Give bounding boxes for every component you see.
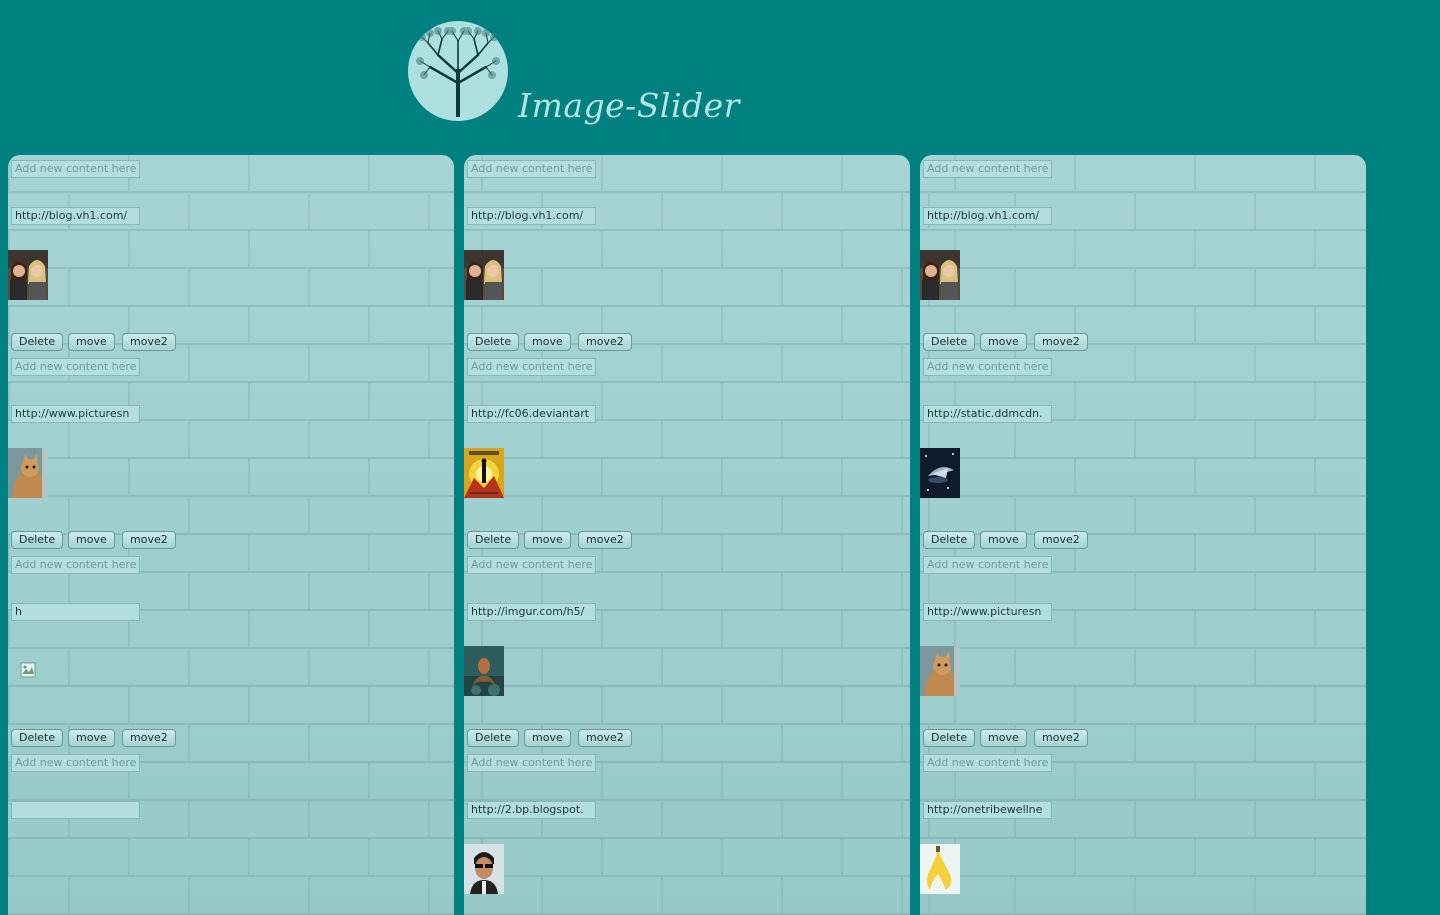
thumbnail-image[interactable] (8, 844, 48, 894)
content-item: Add new content here http://blog.vh1.com/… (8, 155, 454, 353)
content-input[interactable]: Add new content here (923, 358, 1052, 376)
content-input[interactable]: Add new content here (467, 160, 596, 178)
content-item: Add new content hereDeletemovemove2 (8, 749, 454, 915)
thumbnail-image[interactable] (8, 646, 48, 696)
delete-button[interactable]: Delete (467, 333, 520, 351)
content-item: Add new content here http://2.bp.blogspot… (464, 749, 910, 915)
move-button[interactable]: move (524, 333, 571, 351)
url-input[interactable]: http://fc06.deviantart (467, 405, 596, 423)
move2-button[interactable]: move2 (122, 531, 176, 549)
content-input[interactable]: Add new content here (923, 754, 1052, 772)
delete-button[interactable]: Delete (11, 531, 64, 549)
content-column: Add new content here http://blog.vh1.com/… (464, 155, 910, 915)
url-input[interactable]: http://www.picturesn (923, 603, 1052, 621)
content-input[interactable]: Add new content here (11, 160, 140, 178)
move2-button[interactable]: move2 (122, 729, 176, 747)
content-input[interactable]: Add new content here (11, 358, 140, 376)
content-item: Add new content here http://www.picturesn… (8, 353, 454, 551)
move2-button[interactable]: move2 (578, 729, 632, 747)
move-button[interactable]: move (980, 333, 1027, 351)
thumbnail-image[interactable] (464, 250, 504, 300)
content-input[interactable]: Add new content here (467, 358, 596, 376)
content-item: Add new content here http://www.picturesn… (920, 551, 1366, 749)
url-input[interactable]: http://2.bp.blogspot. (467, 801, 596, 819)
thumbnail-image[interactable] (920, 646, 960, 696)
delete-button[interactable]: Delete (467, 729, 520, 747)
delete-button[interactable]: Delete (923, 333, 976, 351)
content-input[interactable]: Add new content here (467, 754, 596, 772)
url-input[interactable]: http://onetribewellne (923, 801, 1052, 819)
move-button[interactable]: move (980, 729, 1027, 747)
url-input[interactable] (11, 801, 140, 819)
content-input[interactable]: Add new content here (11, 556, 140, 574)
content-column: Add new content here http://blog.vh1.com/… (8, 155, 454, 915)
delete-button[interactable]: Delete (923, 531, 976, 549)
url-input[interactable]: h (11, 603, 140, 621)
site-title: Image-Slider (518, 86, 740, 125)
url-input[interactable]: http://imgur.com/h5/ (467, 603, 596, 621)
content-column: Add new content here http://blog.vh1.com/… (920, 155, 1366, 915)
url-input[interactable]: http://blog.vh1.com/ (923, 207, 1052, 225)
content-input[interactable]: Add new content here (923, 556, 1052, 574)
content-item: Add new content here http://imgur.com/h5/… (464, 551, 910, 749)
content-item: Add new content here http://fc06.devianta… (464, 353, 910, 551)
content-input[interactable]: Add new content here (923, 160, 1052, 178)
delete-button[interactable]: Delete (923, 729, 976, 747)
content-item: Add new content here http://blog.vh1.com/… (920, 155, 1366, 353)
move2-button[interactable]: move2 (1034, 729, 1088, 747)
delete-button[interactable]: Delete (11, 333, 64, 351)
url-input[interactable]: http://blog.vh1.com/ (467, 207, 596, 225)
move2-button[interactable]: move2 (1034, 333, 1088, 351)
thumbnail-image[interactable] (464, 844, 504, 894)
content-item: Add new content here h Delete move move2 (8, 551, 454, 749)
delete-button[interactable]: Delete (467, 531, 520, 549)
move2-button[interactable]: move2 (122, 333, 176, 351)
move-button[interactable]: move (524, 729, 571, 747)
thumbnail-image[interactable] (920, 844, 960, 894)
url-input[interactable]: http://www.picturesn (11, 405, 140, 423)
move-button[interactable]: move (68, 729, 115, 747)
move-button[interactable]: move (524, 531, 571, 549)
content-item: Add new content here http://static.ddmcdn… (920, 353, 1366, 551)
move2-button[interactable]: move2 (578, 531, 632, 549)
thumbnail-image[interactable] (8, 448, 48, 498)
thumbnail-image[interactable] (464, 646, 504, 696)
url-input[interactable]: http://static.ddmcdn. (923, 405, 1052, 423)
move2-button[interactable]: move2 (1034, 531, 1088, 549)
header: Image-Slider (0, 0, 1440, 150)
content-input[interactable]: Add new content here (467, 556, 596, 574)
tree-icon (408, 21, 508, 121)
move-button[interactable]: move (980, 531, 1027, 549)
move-button[interactable]: move (68, 531, 115, 549)
thumbnail-image[interactable] (920, 250, 960, 300)
move-button[interactable]: move (68, 333, 115, 351)
delete-button[interactable]: Delete (11, 729, 64, 747)
thumbnail-image[interactable] (920, 448, 960, 498)
content-input[interactable]: Add new content here (11, 754, 140, 772)
thumbnail-image[interactable] (8, 250, 48, 300)
content-item: Add new content here http://blog.vh1.com/… (464, 155, 910, 353)
url-input[interactable]: http://blog.vh1.com/ (11, 207, 140, 225)
thumbnail-image[interactable] (464, 448, 504, 498)
content-item: Add new content here http://onetribewelln… (920, 749, 1366, 915)
move2-button[interactable]: move2 (578, 333, 632, 351)
